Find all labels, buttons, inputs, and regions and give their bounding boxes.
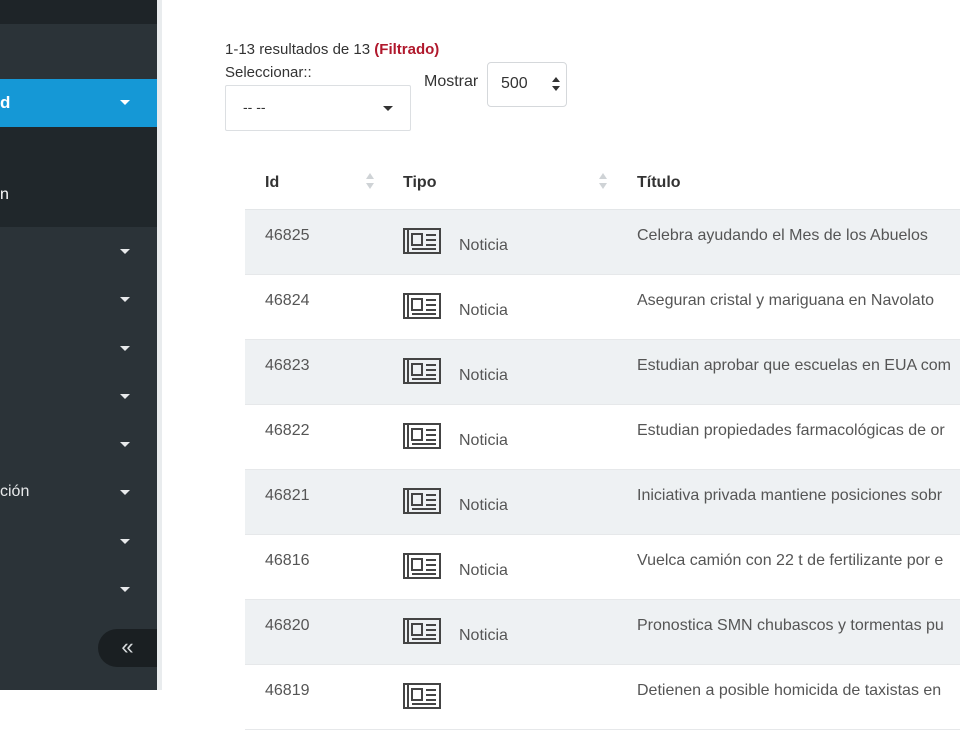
sidebar-item[interactable] bbox=[0, 518, 157, 566]
sidebar: d n ción « bbox=[0, 0, 157, 690]
cell-id: 46823 bbox=[265, 357, 310, 374]
sidebar-submenu: n bbox=[0, 127, 157, 227]
cell-id: 46821 bbox=[265, 487, 310, 504]
table-body: 46825 Noticia Celebra ayudando el Mes de… bbox=[245, 210, 960, 730]
cell-titulo[interactable]: Estudian aprobar que escuelas en EUA com bbox=[637, 357, 951, 375]
cell-id: 46816 bbox=[265, 552, 310, 569]
table-row[interactable]: 46821 Noticia Iniciativa privada mantien… bbox=[245, 470, 960, 535]
table-row[interactable]: 46816 Noticia Vuelca camión con 22 t de … bbox=[245, 535, 960, 600]
cell-id: 46820 bbox=[265, 617, 310, 634]
results-count: 1-13 resultados de 13 bbox=[225, 41, 371, 58]
cell-tipo: Noticia bbox=[459, 432, 508, 449]
sidebar-item-active[interactable]: d bbox=[0, 79, 157, 127]
cell-tipo: Noticia bbox=[459, 367, 508, 384]
chevron-down-icon bbox=[120, 249, 130, 254]
newspaper-icon bbox=[403, 618, 441, 644]
table-row[interactable]: 46822 Noticia Estudian propiedades farma… bbox=[245, 405, 960, 470]
cell-titulo[interactable]: Aseguran cristal y mariguana en Navolato bbox=[637, 292, 934, 310]
cell-titulo[interactable]: Vuelca camión con 22 t de fertilizante p… bbox=[637, 552, 943, 570]
chevron-down-icon bbox=[120, 100, 130, 105]
cell-tipo: Noticia bbox=[459, 562, 508, 579]
sort-icon[interactable] bbox=[366, 173, 374, 191]
cell-id: 46822 bbox=[265, 422, 310, 439]
double-chevron-left-icon: « bbox=[121, 634, 134, 659]
page-size-label: Mostrar bbox=[424, 73, 479, 90]
column-header-id[interactable]: Id bbox=[265, 174, 279, 192]
sort-icon[interactable] bbox=[599, 173, 607, 191]
sidebar-item[interactable] bbox=[0, 373, 157, 421]
sidebar-item-label: ción bbox=[0, 483, 30, 500]
selector-dropdown[interactable]: -- -- bbox=[225, 85, 411, 131]
cell-tipo: Noticia bbox=[459, 302, 508, 319]
selector-value: -- -- bbox=[243, 99, 266, 115]
filtered-badge: (Filtrado) bbox=[374, 41, 440, 58]
table-row[interactable]: 46825 Noticia Celebra ayudando el Mes de… bbox=[245, 210, 960, 275]
chevron-down-icon bbox=[120, 346, 130, 351]
table-row[interactable]: 46824 Noticia Aseguran cristal y marigua… bbox=[245, 275, 960, 340]
cell-id: 46824 bbox=[265, 292, 310, 309]
chevron-down-icon bbox=[383, 106, 393, 111]
sidebar-item[interactable] bbox=[0, 566, 157, 614]
sidebar-divider bbox=[157, 0, 162, 690]
table-row[interactable]: 46819 Detienen a posible homicida de tax… bbox=[245, 665, 960, 730]
cell-id: 46825 bbox=[265, 227, 310, 244]
sidebar-item[interactable] bbox=[0, 228, 157, 276]
cell-tipo: Noticia bbox=[459, 237, 508, 254]
sidebar-item-label: d bbox=[0, 93, 11, 112]
table-header: Id Tipo Título bbox=[245, 152, 960, 211]
page-size-value: 500 bbox=[501, 75, 528, 92]
cell-titulo[interactable]: Iniciativa privada mantiene posiciones s… bbox=[637, 487, 942, 505]
table-row[interactable]: 46820 Noticia Pronostica SMN chubascos y… bbox=[245, 600, 960, 665]
cell-id: 46819 bbox=[265, 682, 310, 699]
sidebar-item[interactable] bbox=[0, 276, 157, 324]
chevron-down-icon bbox=[120, 394, 130, 399]
column-header-titulo[interactable]: Título bbox=[637, 174, 681, 192]
table-row[interactable]: 46823 Noticia Estudian aprobar que escue… bbox=[245, 340, 960, 405]
cell-titulo[interactable]: Estudian propiedades farmacológicas de o… bbox=[637, 422, 945, 440]
chevron-down-icon bbox=[120, 539, 130, 544]
sidebar-item[interactable] bbox=[0, 325, 157, 373]
sidebar-subitem[interactable]: n bbox=[0, 186, 9, 204]
collapse-sidebar-button[interactable]: « bbox=[98, 629, 157, 667]
newspaper-icon bbox=[403, 488, 441, 514]
chevron-down-icon bbox=[120, 297, 130, 302]
newspaper-icon bbox=[403, 683, 441, 709]
results-summary: 1-13 resultados de 13 (Filtrado) bbox=[225, 41, 439, 58]
chevron-down-icon bbox=[120, 490, 130, 495]
column-header-tipo[interactable]: Tipo bbox=[403, 174, 436, 192]
page-size-select[interactable]: 500 bbox=[487, 62, 567, 107]
newspaper-icon bbox=[403, 358, 441, 384]
spinner-icon bbox=[552, 77, 560, 93]
sidebar-topbar bbox=[0, 0, 157, 24]
sidebar-item[interactable] bbox=[0, 421, 157, 469]
newspaper-icon bbox=[403, 423, 441, 449]
cell-tipo: Noticia bbox=[459, 497, 508, 514]
cell-titulo[interactable]: Celebra ayudando el Mes de los Abuelos bbox=[637, 227, 928, 245]
cell-titulo[interactable]: Pronostica SMN chubascos y tormentas pu bbox=[637, 617, 944, 635]
chevron-down-icon bbox=[120, 442, 130, 447]
selector-label: Seleccionar:: bbox=[225, 64, 312, 81]
sidebar-item[interactable]: ción bbox=[0, 469, 157, 517]
newspaper-icon bbox=[403, 553, 441, 579]
newspaper-icon bbox=[403, 228, 441, 254]
chevron-down-icon bbox=[120, 587, 130, 592]
cell-titulo[interactable]: Detienen a posible homicida de taxistas … bbox=[637, 682, 941, 700]
cell-tipo: Noticia bbox=[459, 627, 508, 644]
newspaper-icon bbox=[403, 293, 441, 319]
